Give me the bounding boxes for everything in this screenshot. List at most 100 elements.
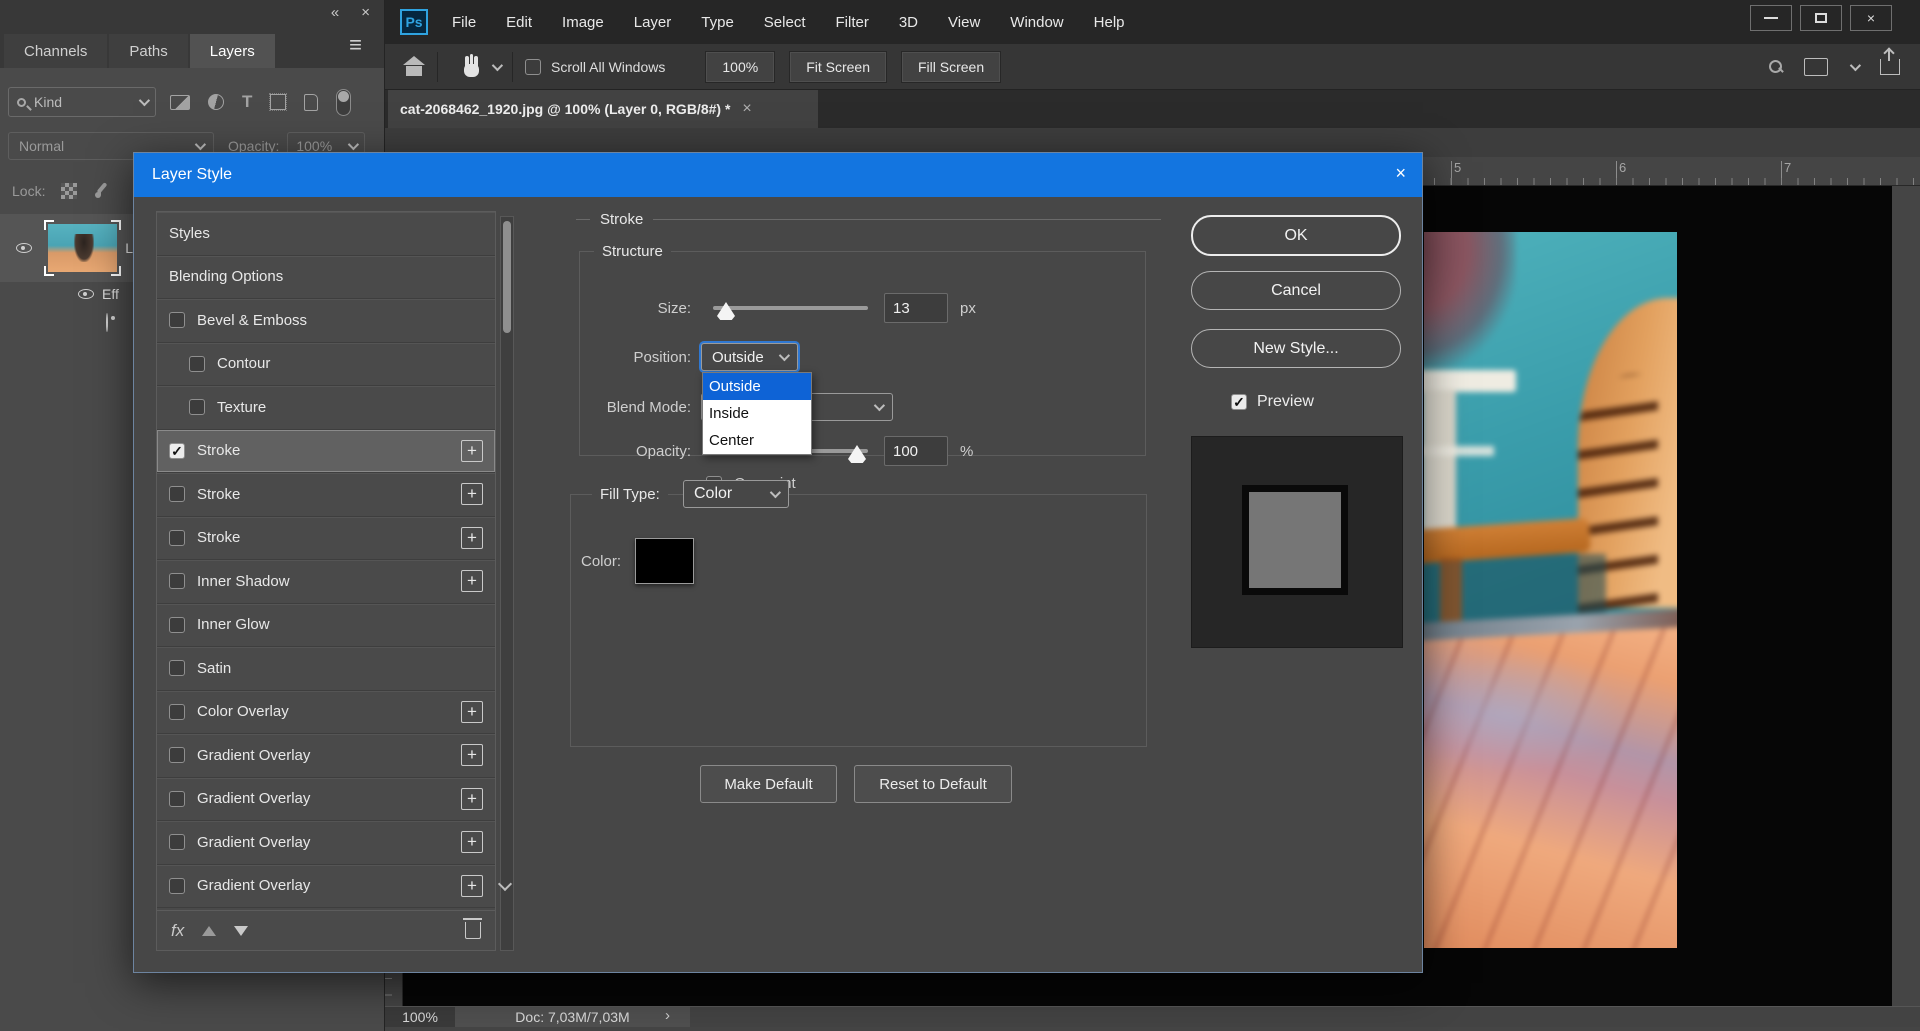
list-item-satin[interactable]: Satin (157, 647, 495, 691)
effect-checkbox[interactable] (169, 573, 185, 590)
add-effect-instance-button[interactable]: + (461, 787, 483, 810)
menu-filter[interactable]: Filter (836, 14, 869, 31)
new-style-button[interactable]: New Style... (1191, 329, 1401, 368)
status-zoom-field[interactable]: 100% (385, 1007, 455, 1027)
list-item-gradient-overlay[interactable]: Gradient Overlay + (157, 821, 495, 865)
effect-checkbox[interactable] (169, 616, 185, 633)
effects-visibility-eye-icon[interactable] (78, 289, 94, 299)
list-item-contour[interactable]: Contour (157, 343, 495, 386)
effects-row[interactable]: Eff (78, 286, 138, 302)
dialog-titlebar[interactable]: Layer Style × (134, 153, 1422, 197)
effect-checkbox[interactable] (169, 790, 185, 807)
list-item-bevel-emboss[interactable]: Bevel & Emboss (157, 299, 495, 343)
list-item-gradient-overlay[interactable]: Gradient Overlay + (157, 734, 495, 778)
effect-visibility-eye-icon[interactable] (106, 313, 108, 332)
zoom-100-button[interactable]: 100% (705, 50, 776, 83)
effect-checkbox[interactable] (169, 747, 185, 764)
dialog-close-icon[interactable]: × (1395, 163, 1406, 184)
cancel-button[interactable]: Cancel (1191, 271, 1401, 310)
stroke-color-swatch[interactable] (635, 538, 695, 584)
add-effect-instance-button[interactable]: + (461, 744, 483, 767)
tab-layers[interactable]: Layers (189, 34, 275, 68)
tab-paths[interactable]: Paths (109, 34, 188, 68)
scroll-all-windows-checkbox[interactable] (525, 58, 541, 75)
collapse-panel-icon[interactable]: « (331, 4, 339, 21)
workspace-dropdown-icon[interactable] (1849, 59, 1862, 71)
filter-adjustment-layers-icon[interactable] (208, 94, 224, 110)
ok-button[interactable]: OK (1191, 215, 1401, 256)
list-item-stroke-selected[interactable]: ✓ Stroke + (157, 429, 495, 473)
document-image[interactable] (1424, 232, 1677, 948)
document-tab-close-icon[interactable]: × (742, 100, 751, 118)
layer-thumbnail[interactable] (44, 220, 122, 276)
workspace-icon[interactable] (1804, 57, 1828, 76)
make-default-button[interactable]: Make Default (700, 765, 837, 803)
menu-select[interactable]: Select (764, 14, 806, 31)
position-dropdown[interactable]: Outside (701, 343, 798, 371)
share-icon[interactable] (1880, 46, 1900, 75)
filter-toggle[interactable] (336, 88, 352, 116)
add-effect-instance-button[interactable]: + (461, 439, 483, 462)
close-panel-icon[interactable]: × (361, 4, 370, 21)
list-item-gradient-overlay[interactable]: Gradient Overlay + (157, 865, 495, 908)
add-effect-instance-button[interactable]: + (461, 483, 483, 506)
list-item-blending-options[interactable]: Blending Options (157, 256, 495, 299)
effect-checkbox[interactable] (169, 703, 185, 720)
move-effect-up-icon[interactable] (202, 925, 217, 936)
list-item-inner-glow[interactable]: Inner Glow (157, 604, 495, 647)
filter-type-layers-icon[interactable]: T (242, 92, 252, 112)
layer-visibility-eye-icon[interactable] (16, 243, 32, 253)
add-effect-instance-button[interactable]: + (461, 831, 483, 854)
layer-row[interactable]: L (0, 214, 133, 282)
add-effect-instance-button[interactable]: + (461, 526, 483, 549)
list-item-stroke[interactable]: Stroke + (157, 473, 495, 517)
menu-layer[interactable]: Layer (634, 14, 672, 31)
effects-list-scrollbar[interactable] (500, 216, 514, 951)
scroll-all-windows-option[interactable]: Scroll All Windows (525, 58, 665, 75)
lock-paint-icon[interactable] (93, 182, 111, 200)
menu-3d[interactable]: 3D (899, 14, 918, 31)
menu-option-inside[interactable]: Inside (703, 400, 811, 427)
effect-checkbox[interactable] (169, 834, 185, 851)
search-icon[interactable] (1769, 60, 1782, 73)
effect-checkbox[interactable] (169, 877, 185, 894)
maximize-button[interactable] (1800, 5, 1842, 31)
menu-option-outside[interactable]: Outside (703, 373, 811, 400)
opacity-value-field[interactable]: 100 (884, 436, 948, 466)
delete-effect-icon[interactable] (463, 918, 482, 939)
scrollbar-thumb[interactable] (503, 221, 511, 333)
list-item-color-overlay[interactable]: Color Overlay + (157, 691, 495, 734)
size-slider[interactable] (713, 302, 868, 320)
fit-screen-button[interactable]: Fit Screen (789, 50, 887, 83)
fx-menu-button[interactable]: fx (171, 921, 184, 941)
list-item-stroke[interactable]: Stroke + (157, 517, 495, 560)
effect-checkbox[interactable] (169, 312, 185, 329)
home-icon[interactable] (403, 55, 425, 76)
size-slider-thumb[interactable] (717, 302, 735, 320)
list-item-gradient-overlay[interactable]: Gradient Overlay + (157, 778, 495, 821)
menu-image[interactable]: Image (562, 14, 604, 31)
size-value-field[interactable]: 13 (884, 293, 948, 323)
menu-window[interactable]: Window (1010, 14, 1063, 31)
menu-option-center[interactable]: Center (703, 427, 811, 454)
opacity-slider-thumb[interactable] (848, 445, 866, 463)
minimize-button[interactable] (1750, 5, 1792, 31)
fill-screen-button[interactable]: Fill Screen (901, 50, 1002, 83)
hand-tool-icon[interactable] (462, 53, 482, 78)
tab-channels[interactable]: Channels (4, 34, 108, 68)
preview-checkbox-checked[interactable]: ✓ (1231, 394, 1247, 410)
menu-type[interactable]: Type (701, 14, 734, 31)
hand-tool-dropdown-icon[interactable] (491, 59, 504, 71)
reset-to-default-button[interactable]: Reset to Default (854, 765, 1012, 803)
effect-checkbox[interactable] (189, 355, 205, 372)
list-item-inner-shadow[interactable]: Inner Shadow + (157, 560, 495, 604)
lock-transparency-icon[interactable] (61, 183, 78, 199)
menu-view[interactable]: View (948, 14, 980, 31)
menu-file[interactable]: File (452, 14, 476, 31)
effect-checkbox-checked[interactable]: ✓ (169, 442, 185, 459)
effect-checkbox[interactable] (169, 660, 185, 677)
add-effect-instance-button[interactable]: + (461, 874, 483, 897)
filter-smart-objects-icon[interactable] (304, 93, 319, 111)
list-item-styles[interactable]: Styles (157, 212, 495, 256)
move-effect-down-icon[interactable] (234, 925, 249, 936)
